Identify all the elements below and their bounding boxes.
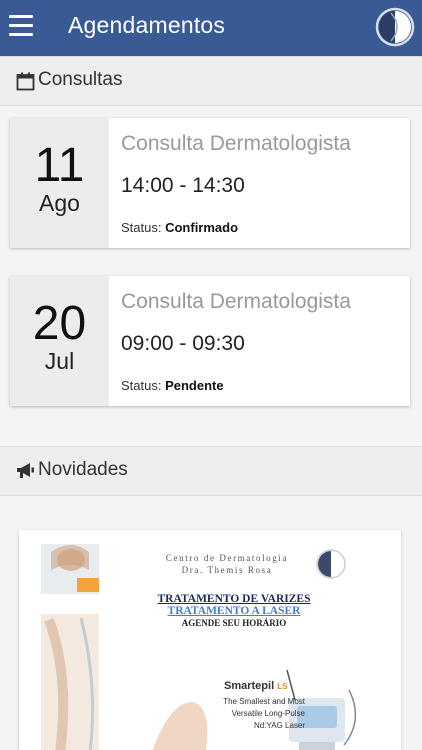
clinic-logo-icon: [375, 7, 415, 47]
banner-product-name: Smartepil LS: [224, 680, 287, 692]
appointment-title: Consulta Dermatologista: [121, 290, 351, 313]
appointment-month: Jul: [44, 348, 75, 374]
banner-clinic-line2: Dra. Themis Rosa: [181, 565, 273, 575]
appointment-date: 20 Jul: [10, 276, 109, 406]
novidades-title: Novidades: [38, 459, 128, 480]
banner-headline: TRATAMENTO DE VARIZES TRATAMENTO A LASER…: [129, 593, 339, 628]
product-name: Smartepil: [224, 680, 275, 692]
product-desc-1: The Smallest and Most: [223, 697, 305, 706]
status-label: Status:: [121, 220, 162, 235]
banner-headline-1: TRATAMENTO DE VARIZES: [157, 593, 311, 605]
page-title: Agendamentos: [68, 12, 226, 38]
app-bar: Agendamentos: [0, 0, 422, 56]
appointment-time: 09:00 - 09:30: [121, 332, 245, 355]
appointment-status: Status: Pendente: [121, 378, 224, 393]
appointment-status: Status: Confirmado: [121, 220, 238, 235]
banner-clinic-line1: Centro de Dermatologia: [165, 553, 289, 563]
appointment-title: Consulta Dermatologista: [121, 132, 351, 155]
status-label: Status:: [121, 378, 162, 393]
banner-clinic-name: Centro de Dermatologia Dra. Themis Rosa: [152, 552, 302, 576]
banner-product-description: The Smallest and Most Versatile Long-Pul…: [205, 696, 305, 732]
appointment-day: 20: [32, 297, 87, 350]
appointment-date: 11 Ago: [10, 118, 109, 248]
product-desc-3: Nd:YAG Laser: [254, 721, 305, 730]
novidades-header: Novidades: [0, 446, 422, 496]
status-value: Confirmado: [165, 220, 239, 235]
banner-headline-3: AGENDE SEU HORÁRIO: [181, 618, 287, 628]
status-value: Pendente: [165, 378, 224, 393]
appointment-day: 11: [34, 139, 85, 192]
appointment-card[interactable]: 11 Ago Consulta Dermatologista 14:00 - 1…: [10, 118, 410, 248]
hamburger-menu-icon[interactable]: [9, 15, 33, 37]
product-suffix: LS: [277, 682, 288, 691]
news-banner[interactable]: Centro de Dermatologia Dra. Themis Rosa …: [19, 530, 401, 750]
appointment-month: Ago: [39, 190, 80, 216]
appointment-card[interactable]: 20 Jul Consulta Dermatologista 09:00 - 0…: [10, 276, 410, 406]
calendar-icon: [16, 72, 35, 91]
consultas-title: Consultas: [38, 69, 123, 90]
megaphone-icon: [17, 463, 34, 478]
product-desc-2: Versatile Long-Pulse: [231, 709, 305, 718]
appointment-time: 14:00 - 14:30: [121, 174, 245, 197]
consultas-header: Consultas: [0, 56, 422, 106]
banner-headline-2: TRATAMENTO A LASER: [167, 605, 301, 617]
